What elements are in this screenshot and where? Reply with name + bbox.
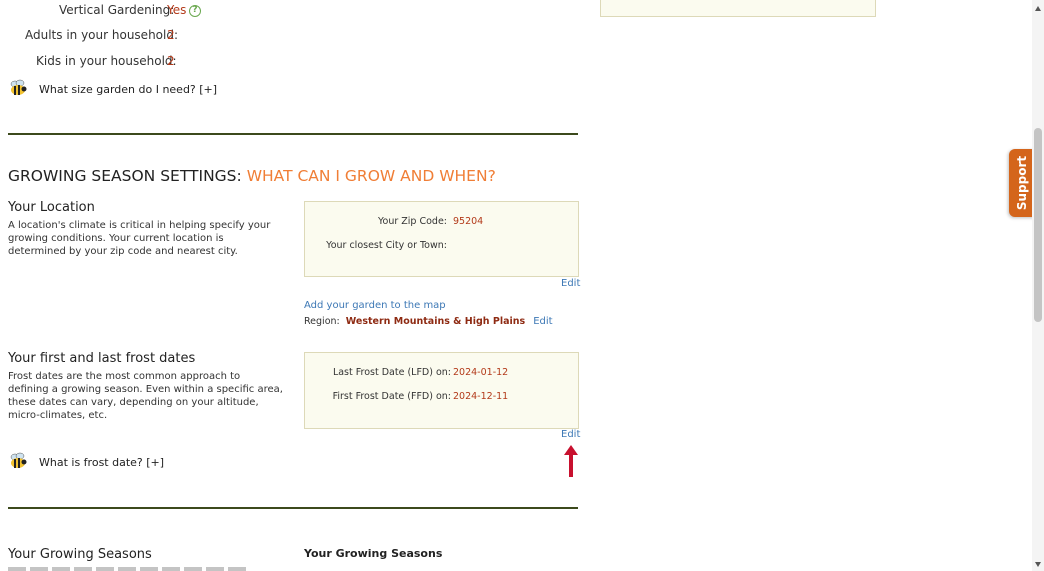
vertical-gardening-label: Vertical Gardening: <box>59 3 175 17</box>
city-label: Your closest City or Town: <box>326 240 447 251</box>
vertical-gardening-value: Yes <box>167 3 187 17</box>
section-title-accent: WHAT CAN I GROW AND WHEN? <box>246 167 496 185</box>
frost-date-link[interactable]: What is frost date? [+] <box>39 456 164 469</box>
location-heading: Your Location <box>8 200 95 215</box>
add-to-map-link[interactable]: Add your garden to the map <box>304 300 446 311</box>
arrow-up-icon <box>563 445 579 481</box>
scroll-up-arrow-icon[interactable] <box>1035 6 1041 11</box>
zip-label: Your Zip Code: <box>377 216 447 227</box>
adults-value: 2 <box>167 28 175 42</box>
region-value: Western Mountains & High Plains <box>345 316 526 327</box>
scroll-down-arrow-icon[interactable] <box>1035 562 1041 567</box>
section-title-main: GROWING SEASON SETTINGS: <box>8 167 242 185</box>
location-edit-link[interactable]: Edit <box>561 278 580 289</box>
help-icon[interactable]: ? <box>189 5 201 17</box>
lfd-label: Last Frost Date (LFD) on: <box>332 367 451 378</box>
section-divider <box>8 507 578 509</box>
page-scrollbar[interactable] <box>1032 0 1044 571</box>
bee-icon <box>8 452 28 474</box>
location-description: A location's climate is critical in help… <box>8 220 271 257</box>
section-title: GROWING SEASON SETTINGS: WHAT CAN I GROW… <box>8 167 496 185</box>
frost-box: Last Frost Date (LFD) on: 2024-01-12 Fir… <box>304 352 579 429</box>
zip-value: 95204 <box>453 216 484 227</box>
frost-description: Frost dates are the most common approach… <box>8 371 283 421</box>
region-row: Region: Western Mountains & High Plains … <box>304 316 553 327</box>
location-box: Your Zip Code: 95204 Your closest City o… <box>304 201 579 277</box>
kids-label: Kids in your household: <box>36 54 177 68</box>
lfd-value: 2024-01-12 <box>453 367 509 378</box>
frost-heading: Your first and last frost dates <box>8 351 196 366</box>
ffd-label: First Frost Date (FFD) on: <box>332 391 451 402</box>
frost-edit-link[interactable]: Edit <box>561 429 580 440</box>
region-label: Region: <box>304 316 340 327</box>
adults-label: Adults in your household: <box>25 28 179 42</box>
scrollbar-thumb[interactable] <box>1034 128 1042 322</box>
region-edit-link[interactable]: Edit <box>533 316 552 327</box>
section-divider <box>8 133 578 135</box>
bee-icon <box>8 79 28 101</box>
seasons-description-fragment <box>8 567 248 571</box>
seasons-right-heading: Your Growing Seasons <box>304 547 443 560</box>
sidebar-box <box>600 0 876 17</box>
kids-value: 2 <box>167 54 175 68</box>
ffd-value: 2024-12-11 <box>453 391 509 402</box>
seasons-heading: Your Growing Seasons <box>8 547 152 562</box>
support-label: Support <box>1015 155 1030 211</box>
garden-size-link[interactable]: What size garden do I need? [+] <box>39 83 217 96</box>
